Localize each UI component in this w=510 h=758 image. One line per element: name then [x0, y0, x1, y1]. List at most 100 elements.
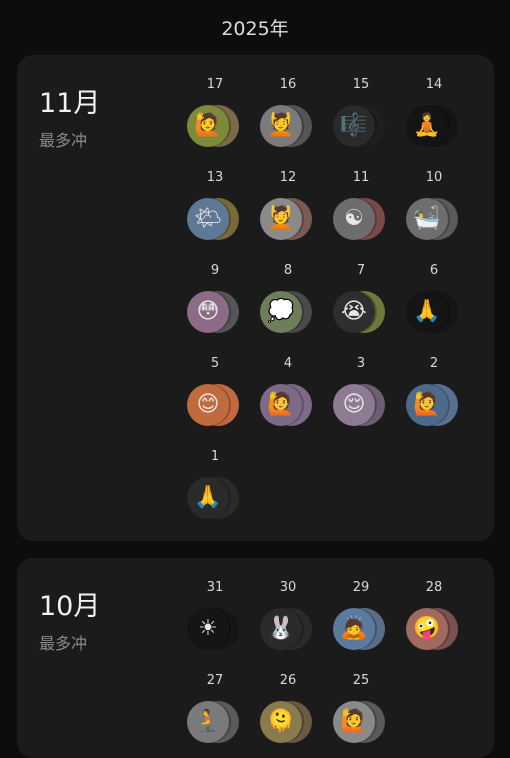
day-number: 30 [279, 580, 297, 595]
mood-stack[interactable]: ☀ [187, 607, 257, 651]
smiling-face-icon: 😊 [187, 384, 229, 426]
day-entry[interactable]: 15 🎼 [333, 77, 406, 160]
day-number: 7 [356, 263, 366, 278]
mood-stack[interactable]: 🌤 [187, 197, 257, 241]
yin-yang-icon: ☯ [333, 198, 375, 240]
mood-stack[interactable]: ☯ [333, 197, 403, 241]
person-bowing-icon: 🙇 [333, 608, 375, 650]
day-number: 10 [425, 170, 443, 185]
day-number: 17 [206, 77, 224, 92]
mood-stack[interactable]: 😌 [333, 383, 403, 427]
day-number: 6 [429, 263, 439, 278]
day-number: 5 [210, 356, 220, 371]
day-entry[interactable]: 6 🙏 [406, 263, 479, 346]
person-raising-hand-icon: 🙋 [333, 701, 375, 743]
mood-stack[interactable]: 😳 [187, 290, 257, 334]
day-number: 9 [210, 263, 220, 278]
month-subtitle: 最多冲 [39, 634, 88, 653]
person-massage-icon: 💆 [260, 198, 302, 240]
day-entry[interactable]: 11 ☯ [333, 170, 406, 253]
day-entry[interactable]: 30 🐰 [260, 580, 333, 663]
mood-stack[interactable]: 🙋 [187, 104, 257, 148]
day-number: 12 [279, 170, 297, 185]
mood-stack[interactable]: 🐰 [260, 607, 330, 651]
day-number: 13 [206, 170, 224, 185]
mood-stack[interactable]: 🧘 [406, 104, 476, 148]
day-entry[interactable]: 14 🧘 [406, 77, 479, 160]
day-entry[interactable]: 28 🤪 [406, 580, 479, 663]
person-raising-hand-icon: 🙋 [406, 384, 448, 426]
day-entry[interactable]: 4 🙋 [260, 356, 333, 439]
day-number: 11 [352, 170, 370, 185]
mood-stack[interactable]: 🙇 [333, 607, 403, 651]
mood-stack[interactable]: 🙋 [333, 700, 403, 744]
day-number: 14 [425, 77, 443, 92]
day-entry[interactable]: 25 🙋 [333, 673, 406, 756]
month-card-november[interactable]: 11月 最多冲 17 🙋 16 💆 15 🎼 14 🧘 13 🌤 12 💆 11 ☯ 10 🛀 9 😳 8 💭 7 😭 6 🙏… [17, 55, 494, 541]
mood-stack[interactable]: 🙏 [406, 290, 476, 334]
mood-stack[interactable]: 🎼 [333, 104, 403, 148]
sun-icon: ☀ [187, 608, 229, 650]
day-grid: 31 ☀ 30 🐰 29 🙇 28 🤪 27 🧎 26 🫠 25 🙋 [187, 580, 479, 756]
day-entry[interactable]: 5 😊 [187, 356, 260, 439]
person-massage-icon: 💆 [260, 105, 302, 147]
mood-stack[interactable]: 😊 [187, 383, 257, 427]
folded-hands-icon: 🙏 [187, 477, 229, 519]
day-entry[interactable]: 7 😭 [333, 263, 406, 346]
day-entry[interactable]: 31 ☀ [187, 580, 260, 663]
mood-stack[interactable]: 🙏 [187, 476, 257, 520]
day-entry[interactable]: 8 💭 [260, 263, 333, 346]
day-entry[interactable]: 1 🙏 [187, 449, 260, 532]
person-meditating-icon: 🧘 [406, 105, 448, 147]
folded-hands-icon: 🙏 [406, 291, 448, 333]
mood-stack[interactable]: 🙋 [406, 383, 476, 427]
sun-behind-cloud-icon: 🌤 [187, 198, 229, 240]
mood-stack[interactable]: 😭 [333, 290, 403, 334]
crying-face-icon: 😭 [333, 291, 375, 333]
zany-face-icon: 🤪 [406, 608, 448, 650]
rabbit-face-icon: 🐰 [260, 608, 302, 650]
mood-stack[interactable]: 💆 [260, 104, 330, 148]
day-number: 8 [283, 263, 293, 278]
year-title: 2025年 [221, 18, 289, 40]
month-subtitle: 最多冲 [39, 131, 88, 150]
relieved-face-icon: 😌 [333, 384, 375, 426]
mood-stack[interactable]: 💭 [260, 290, 330, 334]
mood-stack[interactable]: 🧎 [187, 700, 257, 744]
person-kneeling-icon: 🧎 [187, 701, 229, 743]
person-raising-hand-icon: 🙋 [187, 105, 229, 147]
day-number: 29 [352, 580, 370, 595]
month-label: 11月 [39, 88, 101, 119]
day-entry[interactable]: 26 🫠 [260, 673, 333, 756]
day-entry[interactable]: 10 🛀 [406, 170, 479, 253]
day-entry[interactable]: 12 💆 [260, 170, 333, 253]
mood-stack[interactable]: 🤪 [406, 607, 476, 651]
day-entry[interactable]: 2 🙋 [406, 356, 479, 439]
day-entry[interactable]: 13 🌤 [187, 170, 260, 253]
day-number: 3 [356, 356, 366, 371]
day-number: 2 [429, 356, 439, 371]
day-number: 15 [352, 77, 370, 92]
mood-stack[interactable]: 💆 [260, 197, 330, 241]
day-number: 27 [206, 673, 224, 688]
day-number: 4 [283, 356, 293, 371]
day-entry[interactable]: 16 💆 [260, 77, 333, 160]
day-entry[interactable]: 29 🙇 [333, 580, 406, 663]
mood-stack[interactable]: 🙋 [260, 383, 330, 427]
melting-face-icon: 🫠 [260, 701, 302, 743]
day-number: 16 [279, 77, 297, 92]
mood-stack[interactable]: 🛀 [406, 197, 476, 241]
person-raising-hand-icon: 🙋 [260, 384, 302, 426]
day-number: 31 [206, 580, 224, 595]
mood-stack[interactable]: 🫠 [260, 700, 330, 744]
day-entry[interactable]: 17 🙋 [187, 77, 260, 160]
month-label: 10月 [39, 591, 101, 622]
day-entry[interactable]: 27 🧎 [187, 673, 260, 756]
day-number: 26 [279, 673, 297, 688]
day-entry[interactable]: 3 😌 [333, 356, 406, 439]
flushed-face-icon: 😳 [187, 291, 229, 333]
thought-balloon-icon: 💭 [260, 291, 302, 333]
music-score-icon: 🎼 [333, 105, 375, 147]
month-card-october[interactable]: 10月 最多冲 31 ☀ 30 🐰 29 🙇 28 🤪 27 🧎 26 🫠 25 🙋 [17, 558, 494, 758]
day-entry[interactable]: 9 😳 [187, 263, 260, 346]
